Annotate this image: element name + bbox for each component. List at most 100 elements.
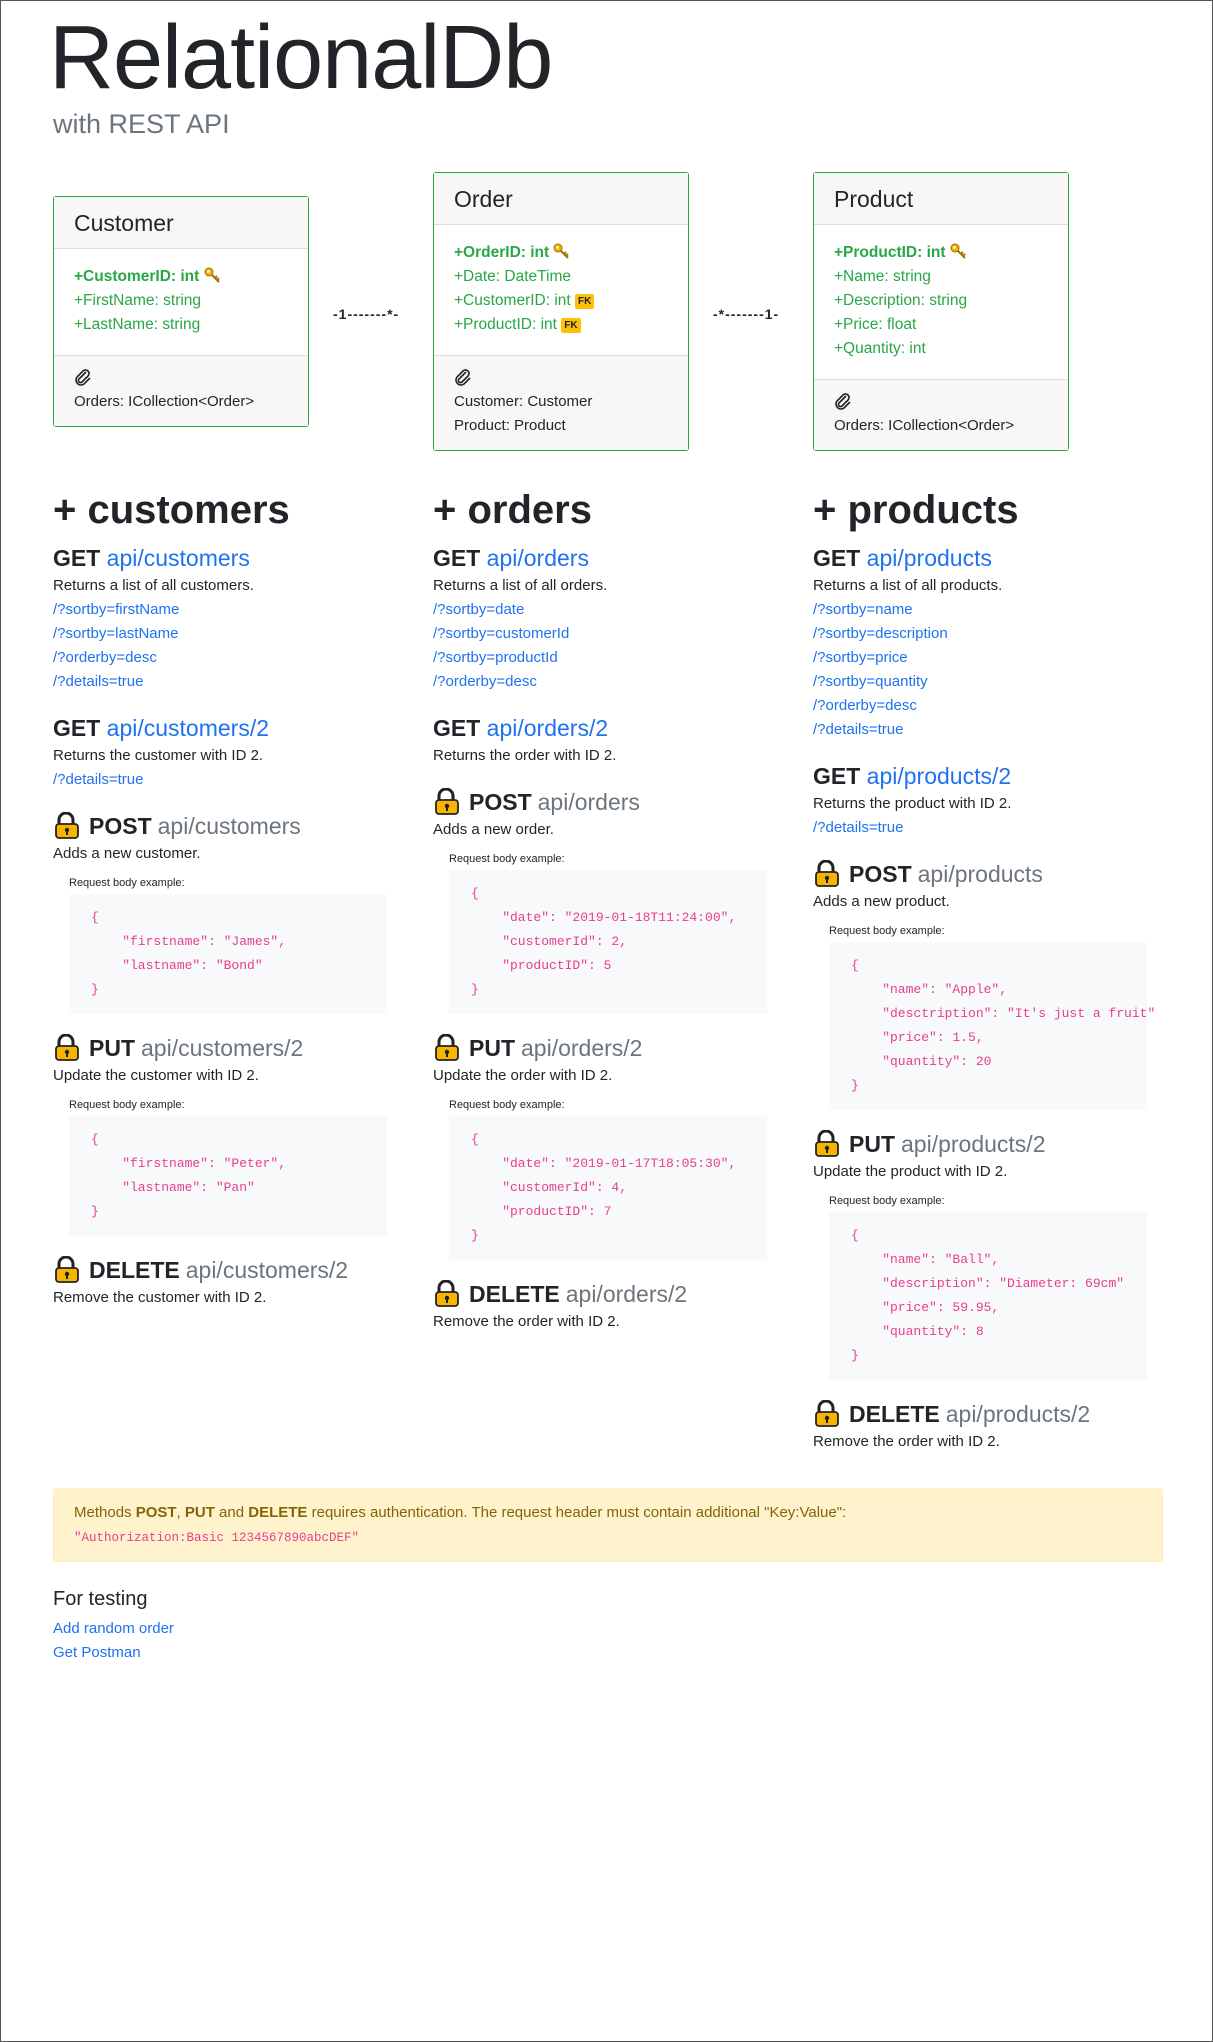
endpoint-put: PUT api/products/2 Update the product with… [813, 1128, 1147, 1380]
entity-name: Order [434, 173, 688, 225]
query-link[interactable]: /?sortby=firstName [53, 598, 383, 622]
alert-sep: and [214, 1504, 249, 1521]
http-verb: GET [433, 715, 481, 741]
endpoint-path: api/orders [537, 789, 640, 815]
api-column: + orders GET api/orders Returns a list of … [433, 486, 767, 1352]
navigation-property: Orders: ICollection<Order> [74, 393, 255, 410]
section-title: + orders [433, 488, 592, 532]
endpoint-delete: DELETE api/customers/2 Remove the customer… [53, 1254, 383, 1310]
endpoint-link[interactable]: api/orders/2 [487, 715, 608, 741]
endpoint-post: POST api/products Adds a new product. Reque… [813, 858, 1155, 1110]
query-link[interactable]: /?sortby=quantity [813, 670, 1143, 694]
query-link[interactable]: /?details=true [813, 816, 1143, 840]
query-link[interactable]: /?sortby=lastName [53, 622, 383, 646]
request-body-label: Request body example: [829, 925, 945, 937]
query-link[interactable]: /?orderby=desc [433, 670, 763, 694]
entity-property: +ProductID: int FK [454, 313, 668, 337]
entity-property: +Description: string [834, 292, 968, 309]
query-link[interactable]: /?sortby=customerId [433, 622, 763, 646]
navigation-property: Orders: ICollection<Order> [834, 417, 1015, 434]
endpoint-path: api/products [917, 861, 1043, 887]
entity-property: +FirstName: string [74, 292, 202, 309]
lock-icon [813, 860, 849, 888]
entity-name: Product [814, 173, 1068, 225]
entity-property: +ProductID: int [834, 241, 1048, 265]
endpoint-get-all: GET api/customers Returns a list of all c… [53, 542, 383, 694]
alert-text: requires authentication. The request hea… [307, 1504, 847, 1521]
query-link[interactable]: /?details=true [813, 718, 1143, 742]
entity-order: Order +OrderID: int +Date: DateTime +Custo… [433, 172, 689, 451]
http-verb: GET [53, 545, 101, 571]
query-link[interactable]: /?details=true [53, 670, 383, 694]
request-body-example: { "date": "2019-01-18T11:24:00", "custom… [449, 870, 767, 1014]
endpoint-description: Returns the product with ID 2. [813, 795, 1012, 812]
section-title: + products [813, 488, 1019, 532]
endpoint-description: Remove the order with ID 2. [813, 1433, 1000, 1450]
relation-label: -*-------1- [713, 306, 780, 322]
request-body-label: Request body example: [69, 877, 185, 889]
endpoint-description: Update the order with ID 2. [433, 1067, 613, 1084]
http-verb: GET [813, 763, 861, 789]
get-postman-link[interactable]: Get Postman [53, 1641, 174, 1665]
page-title: RelationalDb [49, 8, 553, 108]
endpoint-description: Returns a list of all customers. [53, 577, 254, 594]
request-body-label: Request body example: [449, 853, 565, 865]
endpoint-put: PUT api/orders/2 Update the order with ID … [433, 1032, 767, 1260]
endpoint-path: api/orders/2 [565, 1281, 688, 1307]
http-verb: DELETE [89, 1257, 180, 1283]
endpoint-get-all: GET api/products Returns a list of all pr… [813, 542, 1143, 742]
paperclip-icon [454, 368, 668, 390]
api-column: + products GET api/products Returns a list… [813, 486, 1155, 1472]
endpoint-description: Returns a list of all products. [813, 577, 1003, 594]
endpoint-link[interactable]: api/products [867, 545, 992, 571]
entity-property: +Quantity: int [834, 340, 926, 357]
alert-method-post: POST [135, 1504, 177, 1521]
key-icon [553, 243, 571, 261]
query-link[interactable]: /?sortby=description [813, 622, 1143, 646]
endpoint-path: api/customers/2 [141, 1035, 304, 1061]
endpoint-get-one: GET api/orders/2 Returns the order with I… [433, 712, 763, 768]
endpoint-description: Adds a new order. [433, 821, 554, 838]
http-verb: POST [89, 813, 152, 839]
query-link[interactable]: /?orderby=desc [813, 694, 1143, 718]
endpoint-post: POST api/orders Adds a new order. Request b… [433, 786, 767, 1014]
query-link[interactable]: /?details=true [53, 768, 383, 792]
paperclip-icon [74, 368, 288, 390]
endpoint-get-all: GET api/orders Returns a list of all orde… [433, 542, 763, 694]
endpoint-path: api/customers/2 [185, 1257, 349, 1283]
endpoint-link[interactable]: api/products/2 [867, 763, 1011, 789]
alert-sep: , [176, 1504, 185, 1521]
query-link[interactable]: /?sortby=price [813, 646, 1143, 670]
query-link[interactable]: /?sortby=name [813, 598, 1143, 622]
query-link[interactable]: /?sortby=date [433, 598, 763, 622]
query-link[interactable]: /?orderby=desc [53, 646, 383, 670]
request-body-example: { "name": "Ball", "description": "Diamet… [829, 1212, 1147, 1380]
http-verb: GET [813, 545, 861, 571]
lock-icon [813, 1400, 849, 1428]
entity-properties: +ProductID: int +Name: string +Descriptio… [814, 225, 1068, 379]
entity-property: +CustomerID: int [74, 265, 288, 289]
endpoint-description: Returns the order with ID 2. [433, 747, 617, 764]
endpoint-description: Remove the customer with ID 2. [53, 1289, 267, 1306]
entity-property: +OrderID: int [454, 241, 668, 265]
page-subtitle: with REST API [53, 109, 230, 139]
entity-product: Product +ProductID: int +Name: string +Des… [813, 172, 1069, 451]
http-verb: PUT [89, 1035, 135, 1061]
entity-navigation: Orders: ICollection<Order> [814, 379, 1068, 450]
navigation-property: Customer: Customer [454, 393, 593, 410]
entity-properties: +CustomerID: int +FirstName: string +Last… [54, 249, 308, 355]
query-link[interactable]: /?sortby=productId [433, 646, 763, 670]
lock-icon [53, 1034, 89, 1062]
http-verb: DELETE [469, 1281, 560, 1307]
endpoint-get-one: GET api/customers/2 Returns the customer … [53, 712, 383, 792]
endpoint-description: Adds a new product. [813, 893, 950, 910]
endpoint-link[interactable]: api/customers [107, 545, 250, 571]
endpoint-description: Update the customer with ID 2. [53, 1067, 259, 1084]
endpoint-link[interactable]: api/customers/2 [107, 715, 269, 741]
alert-method-put: PUT [184, 1504, 215, 1521]
endpoint-put: PUT api/customers/2 Update the customer wi… [53, 1032, 387, 1236]
lock-icon [433, 788, 469, 816]
endpoint-link[interactable]: api/orders [487, 545, 589, 571]
add-random-order-link[interactable]: Add random order [53, 1617, 174, 1641]
request-body-example: { "firstname": "Peter", "lastname": "Pan… [69, 1116, 387, 1236]
